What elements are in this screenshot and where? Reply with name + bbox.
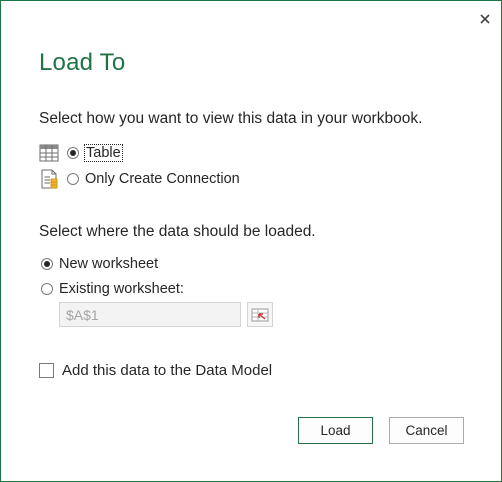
view-option-connection-only[interactable]: Only Create Connection	[39, 169, 240, 189]
data-model-label: Add this data to the Data Model	[62, 362, 273, 379]
load-to-dialog: Load To Select how you want to view this…	[0, 0, 502, 482]
data-model-checkbox[interactable]	[39, 363, 54, 378]
data-model-option[interactable]: Add this data to the Data Model	[39, 362, 272, 379]
new-worksheet-label: New worksheet	[59, 256, 159, 272]
existing-worksheet-label: Existing worksheet:	[59, 281, 184, 297]
cancel-button[interactable]: Cancel	[389, 417, 464, 444]
table-radio[interactable]	[67, 147, 79, 159]
table-option-label: Table	[84, 144, 123, 162]
location-option-existing-worksheet[interactable]: Existing worksheet:	[41, 281, 184, 297]
new-worksheet-radio[interactable]	[41, 258, 53, 270]
connection-icon	[39, 169, 59, 189]
range-select-button[interactable]	[247, 302, 273, 327]
load-button[interactable]: Load	[298, 417, 373, 444]
location-option-new-worksheet[interactable]: New worksheet	[41, 256, 158, 272]
connection-only-label: Only Create Connection	[85, 171, 240, 187]
view-section-prompt: Select how you want to view this data in…	[39, 110, 423, 127]
close-button[interactable]	[473, 7, 497, 31]
existing-worksheet-radio[interactable]	[41, 283, 53, 295]
range-select-icon	[251, 308, 269, 321]
view-option-table[interactable]: Table	[39, 143, 123, 163]
location-section-prompt: Select where the data should be loaded.	[39, 223, 316, 240]
dialog-title: Load To	[39, 49, 126, 76]
cell-reference-input[interactable]	[59, 302, 241, 327]
connection-only-radio[interactable]	[67, 173, 79, 185]
close-icon	[480, 14, 490, 24]
table-icon	[39, 143, 59, 163]
